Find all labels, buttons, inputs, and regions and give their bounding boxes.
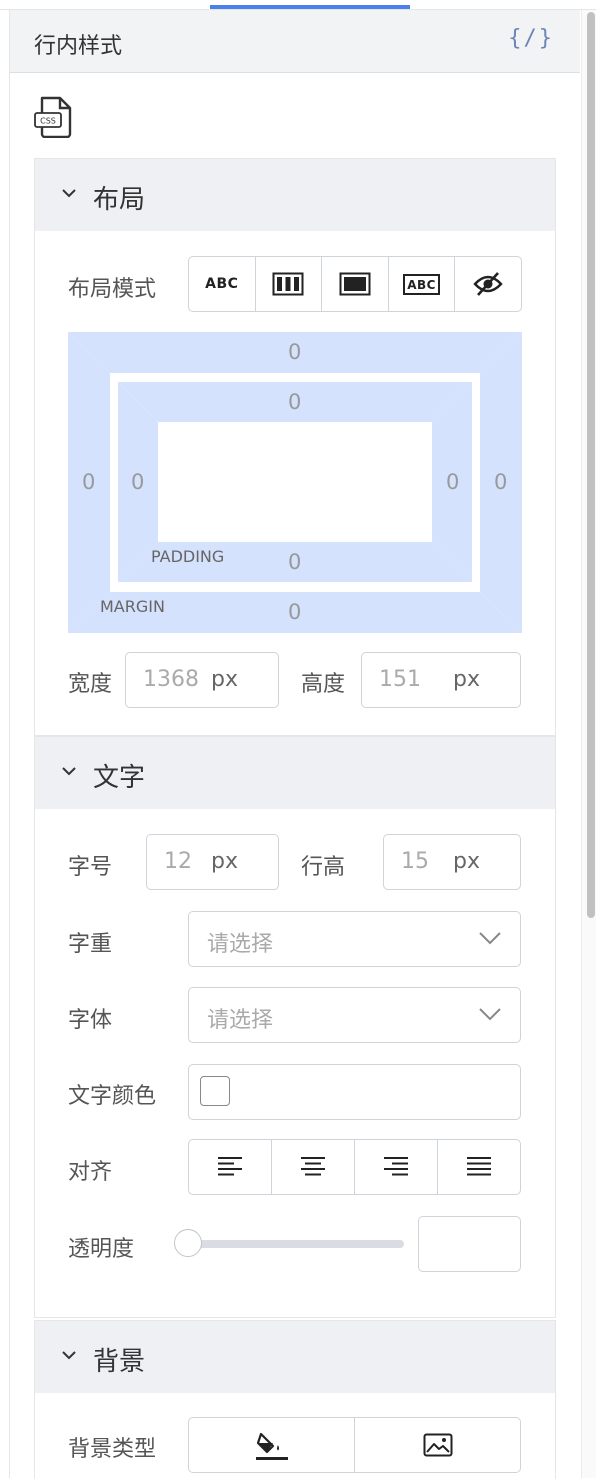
background-section: 背景 背景类型 bbox=[34, 1320, 556, 1479]
box-model-diagram: 0 0 0 0 0 0 0 0 PADDING MARGIN bbox=[68, 332, 522, 633]
font-size-label: 字号 bbox=[68, 855, 113, 880]
align-justify-button[interactable] bbox=[438, 1140, 520, 1194]
width-label: 宽度 bbox=[68, 672, 113, 697]
align-group bbox=[188, 1139, 521, 1195]
layout-mode-none[interactable] bbox=[455, 257, 521, 311]
inline-block-icon: ABC bbox=[403, 273, 440, 295]
layout-section-title: 布局 bbox=[93, 185, 146, 215]
font-family-select[interactable]: 请选择 bbox=[188, 987, 521, 1043]
layout-section-header[interactable]: 布局 bbox=[35, 159, 555, 231]
margin-left-value[interactable]: 0 bbox=[82, 470, 95, 494]
font-size-input[interactable]: 12 px bbox=[146, 834, 279, 890]
margin-top-value[interactable]: 0 bbox=[288, 340, 301, 364]
height-value: 151 bbox=[379, 667, 421, 692]
text-color-input[interactable] bbox=[188, 1064, 521, 1120]
padding-bottom-value[interactable]: 0 bbox=[288, 550, 301, 574]
font-size-value: 12 bbox=[164, 849, 192, 874]
background-type-label: 背景类型 bbox=[68, 1437, 157, 1462]
layout-mode-block[interactable] bbox=[322, 257, 389, 311]
line-height-unit: px bbox=[453, 849, 480, 874]
layout-mode-flex[interactable] bbox=[256, 257, 323, 311]
chevron-down-icon bbox=[479, 932, 501, 945]
layout-mode-inline[interactable]: ABC bbox=[189, 257, 256, 311]
align-left-button[interactable] bbox=[189, 1140, 272, 1194]
text-section: 文字 字号 12 px 行高 15 px 字重 请选择 字体 请选择 文字颜色 … bbox=[34, 736, 556, 1318]
padding-right-value[interactable]: 0 bbox=[446, 470, 459, 494]
panel-title: 行内样式 bbox=[34, 34, 123, 59]
fill-color-icon bbox=[255, 1432, 288, 1460]
chevron-down-icon bbox=[479, 1008, 501, 1021]
inline-icon: ABC bbox=[205, 276, 239, 292]
eye-off-icon bbox=[473, 272, 503, 296]
align-right-button[interactable] bbox=[355, 1140, 438, 1194]
css-icon-text: CSS bbox=[40, 117, 56, 126]
align-left-icon bbox=[218, 1157, 242, 1176]
inline-block-text: ABC bbox=[407, 277, 436, 292]
css-file-icon[interactable]: CSS bbox=[34, 96, 74, 139]
chevron-down-icon bbox=[62, 189, 76, 198]
flex-columns-icon bbox=[272, 272, 304, 296]
align-justify-icon bbox=[467, 1157, 491, 1176]
background-section-title: 背景 bbox=[93, 1347, 146, 1377]
align-center-button[interactable] bbox=[272, 1140, 355, 1194]
width-unit: px bbox=[211, 667, 238, 692]
padding-label: PADDING bbox=[151, 547, 225, 566]
image-icon bbox=[423, 1433, 452, 1457]
panel-header: 行内样式 {/} bbox=[10, 10, 580, 73]
background-type-group bbox=[188, 1417, 521, 1473]
layout-mode-inline-block[interactable]: ABC bbox=[389, 257, 456, 311]
font-size-unit: px bbox=[211, 849, 238, 874]
margin-label: MARGIN bbox=[100, 597, 165, 616]
font-family-label: 字体 bbox=[68, 1008, 113, 1033]
align-label: 对齐 bbox=[68, 1160, 113, 1185]
align-center-icon bbox=[301, 1157, 325, 1176]
height-label: 高度 bbox=[301, 672, 346, 697]
line-height-input[interactable]: 15 px bbox=[383, 834, 521, 890]
align-right-icon bbox=[384, 1157, 408, 1176]
layout-section: 布局 布局模式 ABC ABC 0 0 0 0 0 0 0 0 PADDING … bbox=[34, 158, 556, 736]
opacity-slider[interactable] bbox=[174, 1227, 404, 1261]
margin-bottom-value[interactable]: 0 bbox=[288, 600, 301, 624]
font-weight-select[interactable]: 请选择 bbox=[188, 911, 521, 967]
left-divider bbox=[9, 9, 10, 1478]
background-section-header[interactable]: 背景 bbox=[35, 1321, 555, 1393]
opacity-slider-track[interactable] bbox=[188, 1240, 404, 1248]
text-section-title: 文字 bbox=[93, 763, 146, 793]
width-value: 1368 bbox=[143, 667, 199, 692]
padding-left-value[interactable]: 0 bbox=[131, 470, 144, 494]
chevron-down-icon bbox=[62, 767, 76, 776]
background-image-button[interactable] bbox=[355, 1418, 520, 1472]
font-weight-placeholder: 请选择 bbox=[207, 932, 274, 957]
font-weight-label: 字重 bbox=[68, 932, 113, 957]
opacity-label: 透明度 bbox=[68, 1237, 135, 1262]
line-height-label: 行高 bbox=[301, 855, 346, 880]
color-swatch[interactable] bbox=[200, 1076, 230, 1106]
width-input[interactable]: 1368 px bbox=[125, 652, 279, 708]
scrollbar-thumb[interactable] bbox=[587, 12, 595, 918]
text-section-header[interactable]: 文字 bbox=[35, 737, 555, 809]
line-height-value: 15 bbox=[401, 849, 429, 874]
chevron-down-icon bbox=[62, 1351, 76, 1360]
code-icon[interactable]: {/} bbox=[508, 26, 554, 51]
padding-top-value[interactable]: 0 bbox=[288, 390, 301, 414]
height-unit: px bbox=[453, 667, 480, 692]
margin-right-value[interactable]: 0 bbox=[494, 470, 507, 494]
background-color-button[interactable] bbox=[189, 1418, 355, 1472]
height-input[interactable]: 151 px bbox=[361, 652, 521, 708]
text-color-label: 文字颜色 bbox=[68, 1084, 157, 1109]
layout-mode-label: 布局模式 bbox=[68, 277, 157, 302]
font-family-placeholder: 请选择 bbox=[207, 1008, 274, 1033]
block-icon bbox=[339, 272, 371, 296]
opacity-slider-thumb[interactable] bbox=[174, 1229, 202, 1257]
opacity-input[interactable] bbox=[418, 1216, 521, 1272]
layout-mode-group: ABC ABC bbox=[188, 256, 522, 312]
